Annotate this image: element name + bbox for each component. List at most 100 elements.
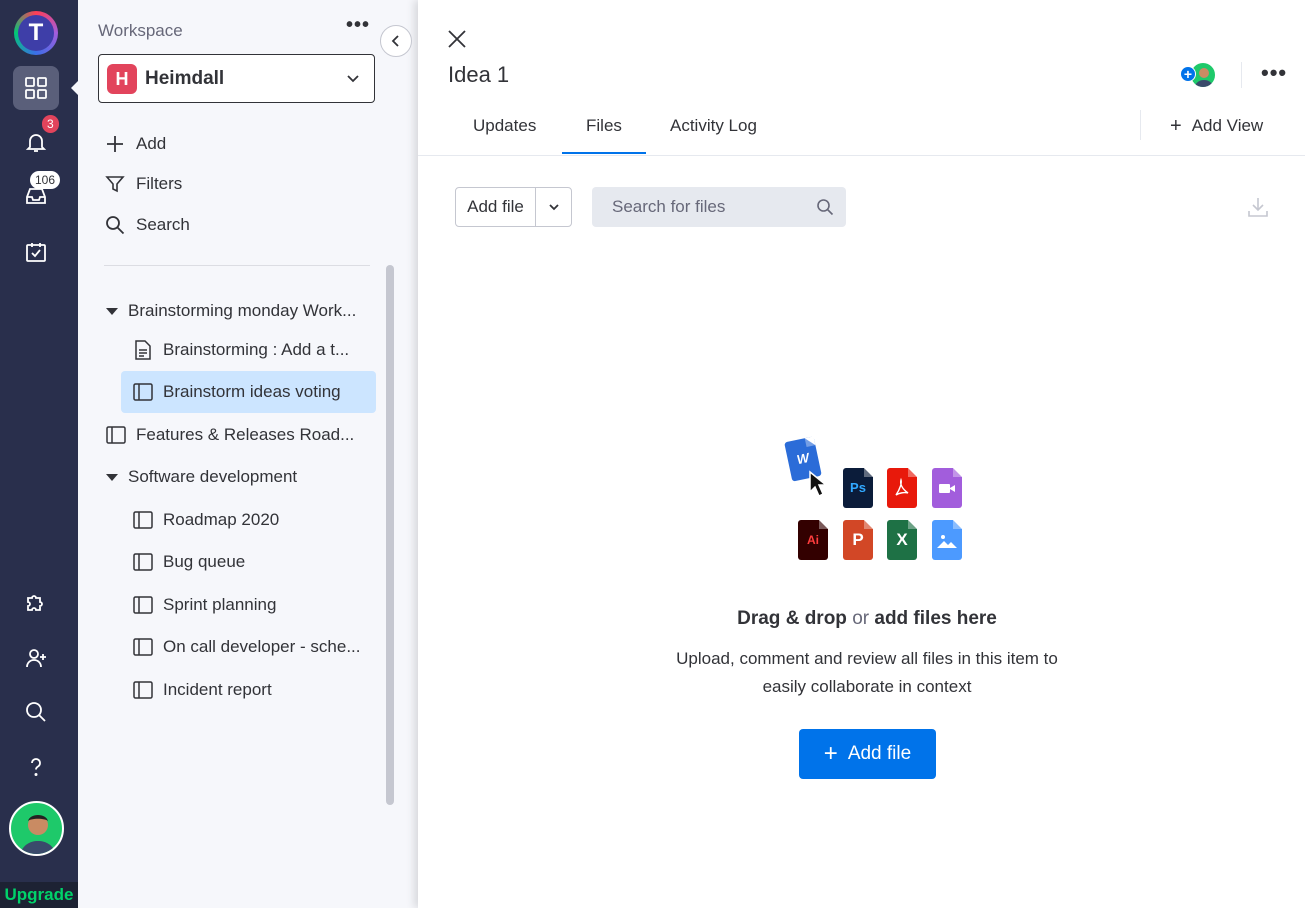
filters-label: Filters: [136, 174, 183, 193]
account-logo-letter: T: [18, 15, 54, 51]
add-file-cta-label: Add file: [847, 743, 912, 764]
tab-activity-log[interactable]: Activity Log: [670, 116, 757, 136]
caret-down-icon: [106, 307, 118, 315]
document-icon: [135, 340, 151, 360]
sidebar-search-button[interactable]: Search: [104, 214, 190, 236]
folder-brainstorming[interactable]: Brainstorming monday Work...: [106, 301, 356, 321]
add-file-dropdown[interactable]: [536, 188, 571, 226]
tab-updates[interactable]: Updates: [473, 116, 536, 136]
chevron-down-icon: [347, 75, 359, 83]
empty-state-line-1: Upload, comment and review all files in …: [676, 649, 1058, 668]
add-file-button[interactable]: Add file: [456, 188, 536, 226]
chevron-down-icon: [548, 204, 559, 211]
board-icon: [133, 553, 153, 571]
add-view-button[interactable]: + Add View: [1170, 116, 1263, 136]
drag-drop-text: Drag & drop: [737, 608, 847, 629]
workspace-more-button[interactable]: •••: [346, 14, 370, 37]
image-file-icon: [932, 520, 962, 560]
pdf-file-icon: [887, 468, 917, 508]
add-files-link[interactable]: add files here: [874, 608, 997, 629]
item-panel: Idea 1 + ••• Updates Files Activity Log …: [418, 0, 1305, 908]
add-file-split-button: Add file: [455, 187, 572, 227]
notifications-badge: 3: [42, 115, 59, 133]
work-management-button[interactable]: [13, 66, 59, 110]
sidebar-divider: [104, 265, 370, 266]
rail-search-button[interactable]: [13, 690, 59, 734]
empty-state-line-2: easily collaborate in context: [762, 677, 972, 696]
powerpoint-file-icon: P: [843, 520, 873, 560]
sidebar-item-incident-report[interactable]: Incident report: [133, 680, 272, 700]
sidebar-item-label: Brainstorming : Add a t...: [163, 340, 350, 359]
filters-button[interactable]: Filters: [104, 173, 182, 195]
chevron-left-icon: [391, 35, 399, 47]
sidebar-item-on-call[interactable]: On call developer - sche...: [133, 637, 360, 657]
sidebar-item-roadmap[interactable]: Roadmap 2020: [133, 510, 279, 530]
folder-label: Brainstorming monday Work...: [128, 301, 357, 320]
item-more-button[interactable]: •••: [1261, 60, 1287, 86]
tabs-separator: [1140, 110, 1141, 140]
invite-members-button[interactable]: [13, 636, 59, 680]
my-work-button[interactable]: [13, 230, 59, 274]
close-icon[interactable]: [446, 28, 468, 50]
illustrator-file-icon: Ai: [798, 520, 828, 560]
header-separator: [1241, 62, 1242, 88]
board-icon: [106, 426, 126, 444]
workspace-sidebar: Workspace ••• H Heimdall Add Filters Sea…: [78, 0, 396, 908]
search-icon: [106, 216, 125, 235]
help-button[interactable]: [13, 745, 59, 789]
filter-icon: [105, 176, 125, 193]
photoshop-file-icon: Ps: [843, 468, 873, 508]
or-text: or: [852, 608, 870, 629]
board-icon: [133, 681, 153, 699]
inbox-badge: 106: [30, 171, 61, 189]
question-icon: [31, 758, 41, 776]
sidebar-item-features-releases[interactable]: Features & Releases Road...: [106, 425, 354, 445]
search-icon: [26, 702, 46, 722]
sidebar-item-sprint-planning[interactable]: Sprint planning: [133, 595, 276, 615]
sidebar-item-bug-queue[interactable]: Bug queue: [133, 552, 245, 572]
video-icon: [939, 484, 955, 493]
empty-state-description: Upload, comment and review all files in …: [418, 645, 1305, 701]
collapse-sidebar-button[interactable]: [380, 25, 412, 57]
plus-icon: [107, 136, 123, 152]
video-file-icon: [932, 468, 962, 508]
item-title[interactable]: Idea 1: [448, 62, 509, 88]
sidebar-item-label: Features & Releases Road...: [136, 425, 355, 444]
sidebar-scrollbar[interactable]: [386, 265, 394, 805]
add-label: Add: [136, 134, 167, 153]
empty-state-heading: Drag & drop or add files here: [418, 608, 1305, 630]
add-button[interactable]: Add: [104, 133, 166, 155]
grid-icon: [25, 77, 47, 99]
active-tab-indicator: [562, 152, 646, 154]
sidebar-item-brainstorm-voting[interactable]: Brainstorm ideas voting: [121, 371, 376, 413]
upgrade-button[interactable]: Upgrade: [0, 882, 78, 908]
add-file-cta-button[interactable]: + Add file: [799, 729, 936, 779]
calendar-check-icon: [26, 243, 46, 262]
board-icon: [133, 638, 153, 656]
workspace-selector[interactable]: H Heimdall: [98, 54, 375, 103]
left-rail: T 3 106 Upgrade: [0, 0, 79, 908]
download-icon[interactable]: [1246, 195, 1270, 219]
sidebar-item-label: On call developer - sche...: [163, 637, 361, 656]
tab-files[interactable]: Files: [586, 116, 622, 136]
folder-label: Software development: [128, 467, 298, 486]
tabs-divider: [418, 155, 1305, 156]
sidebar-item-label: Brainstorm ideas voting: [163, 382, 341, 401]
sidebar-item-brainstorming-doc[interactable]: Brainstorming : Add a t...: [133, 340, 349, 360]
plus-icon: +: [823, 740, 838, 767]
add-view-label: Add View: [1191, 116, 1264, 135]
apps-button[interactable]: [13, 580, 59, 624]
board-icon: [133, 596, 153, 614]
subscribers[interactable]: +: [1180, 62, 1216, 90]
puzzle-icon: [27, 595, 43, 611]
search-files-input[interactable]: [592, 187, 802, 227]
search-label: Search: [136, 215, 190, 234]
account-logo[interactable]: T: [14, 11, 58, 55]
board-icon: [133, 511, 153, 529]
user-avatar[interactable]: [9, 801, 64, 856]
bell-icon: [25, 134, 47, 152]
search-files-box: [592, 187, 846, 227]
person-avatar-icon: [19, 815, 57, 854]
sidebar-item-label: Incident report: [163, 680, 272, 699]
folder-software-development[interactable]: Software development: [106, 467, 297, 487]
